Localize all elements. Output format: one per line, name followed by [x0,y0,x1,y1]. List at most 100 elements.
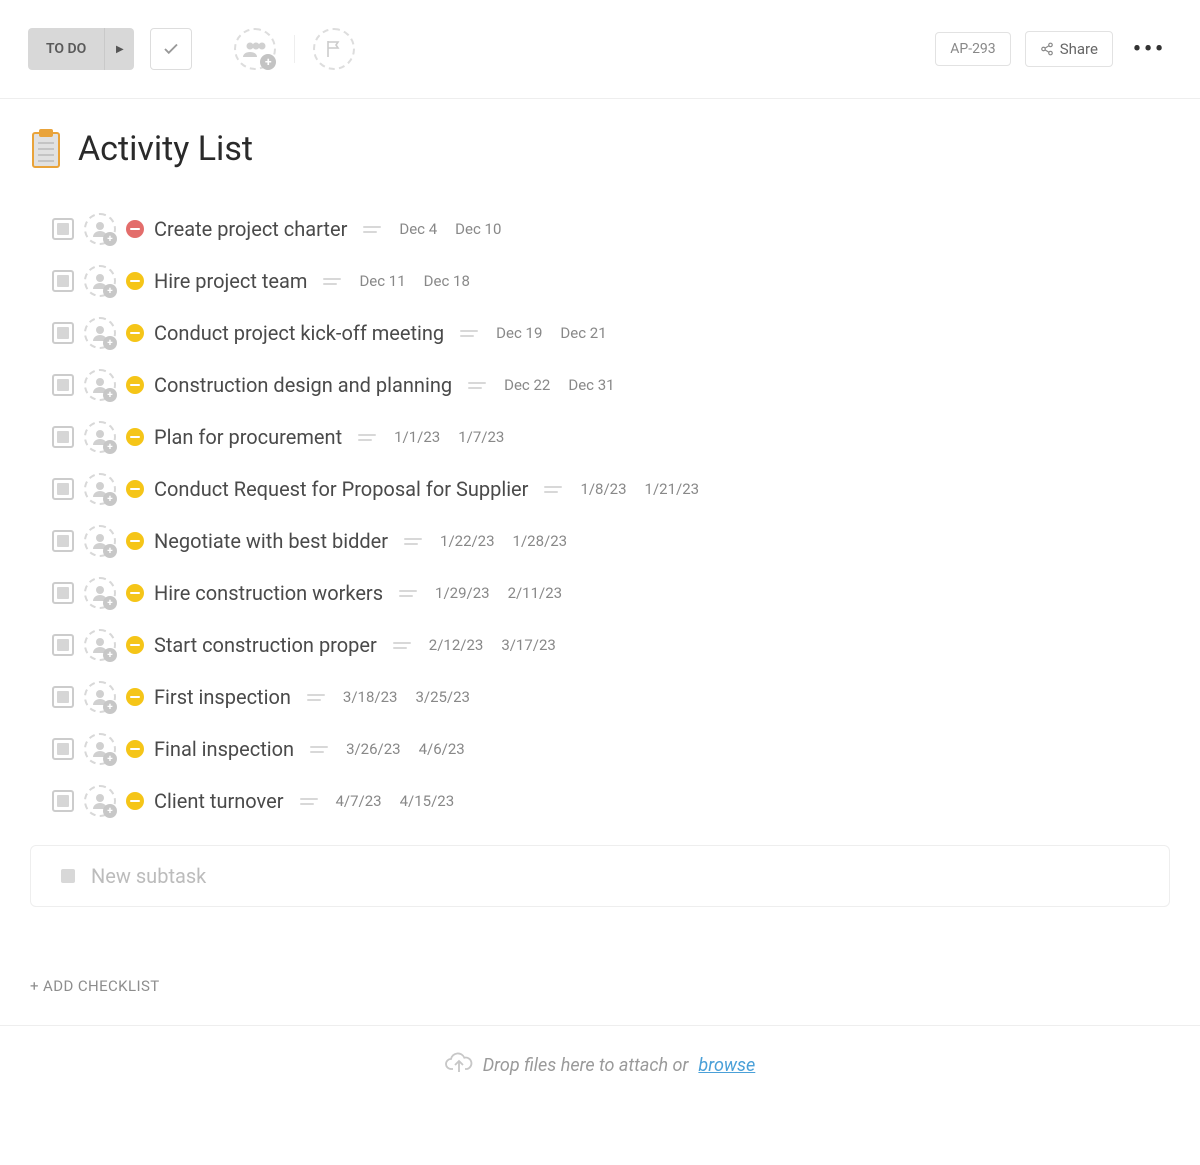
task-row[interactable]: + Negotiate with best bidder 1/22/23 1/2… [52,515,1170,567]
priority-icon[interactable] [126,376,144,394]
assignee-button[interactable]: + [84,525,116,557]
status-dropdown[interactable]: TO DO ▶ [28,28,134,70]
task-name[interactable]: Construction design and planning [154,373,452,397]
clipboard-icon [30,129,62,169]
task-end-date[interactable]: 2/11/23 [508,584,563,602]
priority-icon[interactable] [126,480,144,498]
dropzone-browse-link[interactable]: browse [698,1055,755,1076]
task-end-date[interactable]: Dec 31 [568,376,614,394]
task-end-date[interactable]: Dec 18 [424,272,470,290]
assignee-button[interactable]: + [84,213,116,245]
task-row[interactable]: + Create project charter Dec 4 Dec 10 [52,203,1170,255]
priority-icon[interactable] [126,688,144,706]
priority-icon[interactable] [126,740,144,758]
ticket-id-badge[interactable]: AP-293 [935,32,1010,66]
task-name[interactable]: Hire project team [154,269,307,293]
priority-icon[interactable] [126,220,144,238]
task-name[interactable]: Start construction proper [154,633,377,657]
task-end-date[interactable]: 4/15/23 [400,792,455,810]
task-checkbox[interactable] [52,686,74,708]
task-checkbox[interactable] [52,478,74,500]
task-end-date[interactable]: 1/28/23 [513,532,568,550]
priority-icon[interactable] [126,272,144,290]
task-start-date[interactable]: 2/12/23 [429,636,484,654]
task-row[interactable]: + Plan for procurement 1/1/23 1/7/23 [52,411,1170,463]
task-end-date[interactable]: 3/25/23 [415,688,470,706]
task-start-date[interactable]: 3/18/23 [343,688,398,706]
task-end-date[interactable]: 4/6/23 [419,740,465,758]
assignee-button[interactable]: + [84,317,116,349]
assignee-button[interactable]: + [84,785,116,817]
priority-icon[interactable] [126,636,144,654]
task-start-date[interactable]: 3/26/23 [346,740,401,758]
assignee-button[interactable]: + [84,733,116,765]
priority-icon[interactable] [126,324,144,342]
assignee-button[interactable]: + [84,681,116,713]
task-start-date[interactable]: Dec 11 [359,272,405,290]
task-start-date[interactable]: 1/8/23 [580,480,626,498]
assignee-button[interactable]: + [84,473,116,505]
new-subtask-input[interactable]: New subtask [30,845,1170,907]
mark-complete-button[interactable] [150,28,192,70]
task-name[interactable]: Client turnover [154,789,284,813]
priority-icon[interactable] [126,584,144,602]
task-name[interactable]: Conduct Request for Proposal for Supplie… [154,477,528,501]
task-checkbox[interactable] [52,374,74,396]
more-menu-button[interactable]: ••• [1119,37,1172,62]
task-end-date[interactable]: 1/21/23 [645,480,700,498]
task-row[interactable]: + Start construction proper 2/12/23 3/17… [52,619,1170,671]
task-row[interactable]: + First inspection 3/18/23 3/25/23 [52,671,1170,723]
task-name[interactable]: Create project charter [154,217,347,241]
assignee-button[interactable]: + [84,265,116,297]
task-row[interactable]: + Final inspection 3/26/23 4/6/23 [52,723,1170,775]
task-name[interactable]: Final inspection [154,737,294,761]
priority-flag-button[interactable] [313,28,355,70]
task-end-date[interactable]: Dec 10 [455,220,501,238]
plus-icon: + [103,700,117,714]
task-end-date[interactable]: 1/7/23 [458,428,504,446]
task-name[interactable]: Negotiate with best bidder [154,529,388,553]
task-checkbox[interactable] [52,790,74,812]
file-dropzone[interactable]: Drop files here to attach or browse [0,1025,1200,1105]
task-start-date[interactable]: Dec 19 [496,324,542,342]
task-checkbox[interactable] [52,322,74,344]
task-row[interactable]: + Conduct project kick-off meeting Dec 1… [52,307,1170,359]
task-row[interactable]: + Construction design and planning Dec 2… [52,359,1170,411]
task-start-date[interactable]: Dec 4 [399,220,437,238]
task-checkbox[interactable] [52,582,74,604]
page-title[interactable]: Activity List [78,129,253,169]
task-row[interactable]: + Hire project team Dec 11 Dec 18 [52,255,1170,307]
task-start-date[interactable]: 4/7/23 [336,792,382,810]
assignee-button[interactable]: + [84,369,116,401]
task-checkbox[interactable] [52,218,74,240]
description-icon [468,382,486,389]
task-name[interactable]: Hire construction workers [154,581,383,605]
task-start-date[interactable]: Dec 22 [504,376,550,394]
priority-icon[interactable] [126,532,144,550]
add-checklist-button[interactable]: + ADD CHECKLIST [30,977,1170,995]
task-row[interactable]: + Hire construction workers 1/29/23 2/11… [52,567,1170,619]
task-checkbox[interactable] [52,270,74,292]
task-row[interactable]: + Conduct Request for Proposal for Suppl… [52,463,1170,515]
task-name[interactable]: First inspection [154,685,291,709]
task-checkbox[interactable] [52,530,74,552]
task-end-date[interactable]: 3/17/23 [501,636,556,654]
priority-icon[interactable] [126,792,144,810]
task-row[interactable]: + Client turnover 4/7/23 4/15/23 [52,775,1170,827]
task-checkbox[interactable] [52,426,74,448]
plus-icon: + [103,284,117,298]
task-checkbox[interactable] [52,738,74,760]
assignee-button[interactable]: + [84,421,116,453]
share-button[interactable]: Share [1025,31,1113,67]
assignee-button[interactable]: + [84,577,116,609]
task-name[interactable]: Plan for procurement [154,425,342,449]
task-start-date[interactable]: 1/29/23 [435,584,490,602]
task-checkbox[interactable] [52,634,74,656]
assignees-button[interactable]: + [234,28,276,70]
task-start-date[interactable]: 1/22/23 [440,532,495,550]
assignee-button[interactable]: + [84,629,116,661]
task-name[interactable]: Conduct project kick-off meeting [154,321,444,345]
task-start-date[interactable]: 1/1/23 [394,428,440,446]
priority-icon[interactable] [126,428,144,446]
task-end-date[interactable]: Dec 21 [560,324,606,342]
